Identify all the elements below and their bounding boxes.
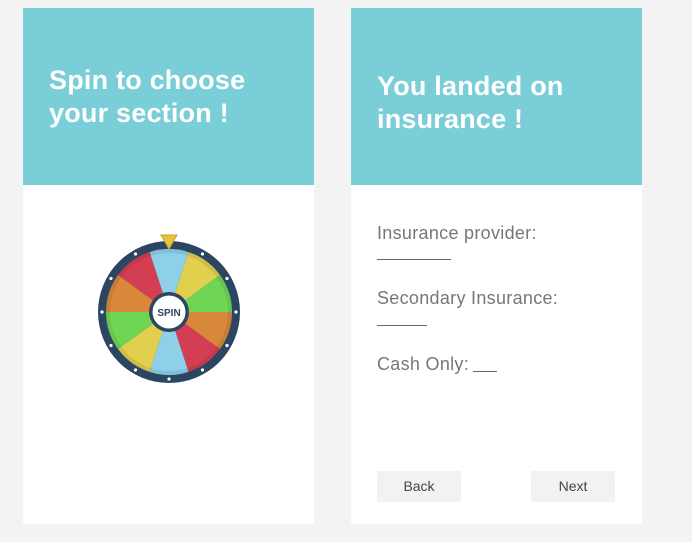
wheel-dot — [133, 252, 138, 256]
back-button[interactable]: Back — [377, 471, 461, 502]
spin-title: Spin to choose your section ! — [49, 65, 246, 128]
cash-only-field[interactable] — [473, 371, 498, 372]
spin-screen: Spin to choose your section ! SPIN — [23, 8, 314, 524]
wheel-dot — [109, 276, 113, 281]
spin-header: Spin to choose your section ! — [23, 8, 314, 185]
wheel-dot — [225, 343, 229, 348]
spin-label[interactable]: SPIN — [157, 308, 180, 319]
insurance-provider-field[interactable] — [377, 259, 451, 260]
wheel-dot — [109, 343, 113, 348]
wheel-dot — [200, 368, 205, 372]
wheel-graphic: SPIN — [98, 234, 240, 383]
secondary-insurance-field[interactable] — [377, 325, 427, 326]
wheel-dot — [234, 310, 238, 314]
result-header: You landed on insurance ! — [351, 8, 642, 185]
wheel-dot — [167, 377, 171, 381]
wheel-dot — [225, 276, 229, 281]
secondary-insurance-label: Secondary Insurance: — [377, 288, 559, 308]
insurance-provider-label: Insurance provider: — [377, 223, 537, 243]
next-button[interactable]: Next — [531, 471, 615, 502]
cash-only-row: Cash Only: — [377, 353, 498, 375]
result-screen: You landed on insurance ! Insurance prov… — [351, 8, 642, 524]
wheel-dot — [200, 252, 205, 256]
wheel-dot — [133, 368, 138, 372]
wheel-dot — [100, 310, 104, 314]
cash-only-label: Cash Only: — [377, 354, 470, 374]
spin-wheel[interactable]: SPIN — [96, 233, 242, 383]
result-title: You landed on insurance ! — [377, 71, 564, 134]
